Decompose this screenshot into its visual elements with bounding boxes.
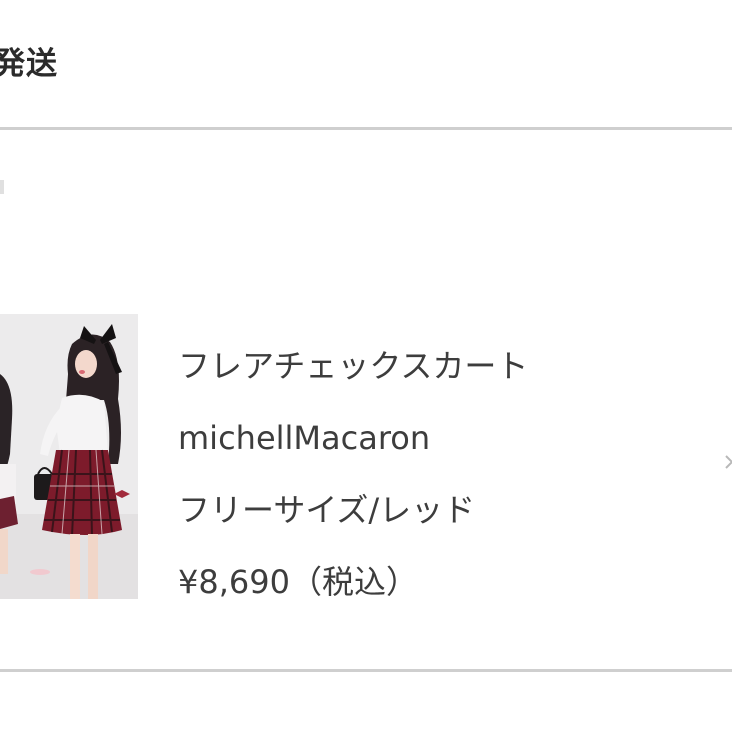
order-detail-page: 発送 フレアチェックスカート michellMacaron フリーサイズ/レッド… <box>0 0 732 732</box>
product-info: フレアチェックスカート michellMacaron フリーサイズ/レッド ¥8… <box>178 330 718 618</box>
product-price: ¥8,690（税込） <box>178 563 418 601</box>
product-thumbnail[interactable] <box>0 314 138 599</box>
product-variant: フリーサイズ/レッド <box>178 491 476 529</box>
section-divider-top <box>0 127 732 130</box>
product-photo <box>0 314 138 599</box>
chevron-right-icon[interactable] <box>724 454 732 469</box>
section-divider-bottom <box>0 669 732 672</box>
product-name: フレアチェックスカート <box>178 347 529 385</box>
product-brand: michellMacaron <box>178 419 431 457</box>
edge-indicator <box>0 180 4 194</box>
shipping-section-title: 発送 <box>0 46 58 82</box>
